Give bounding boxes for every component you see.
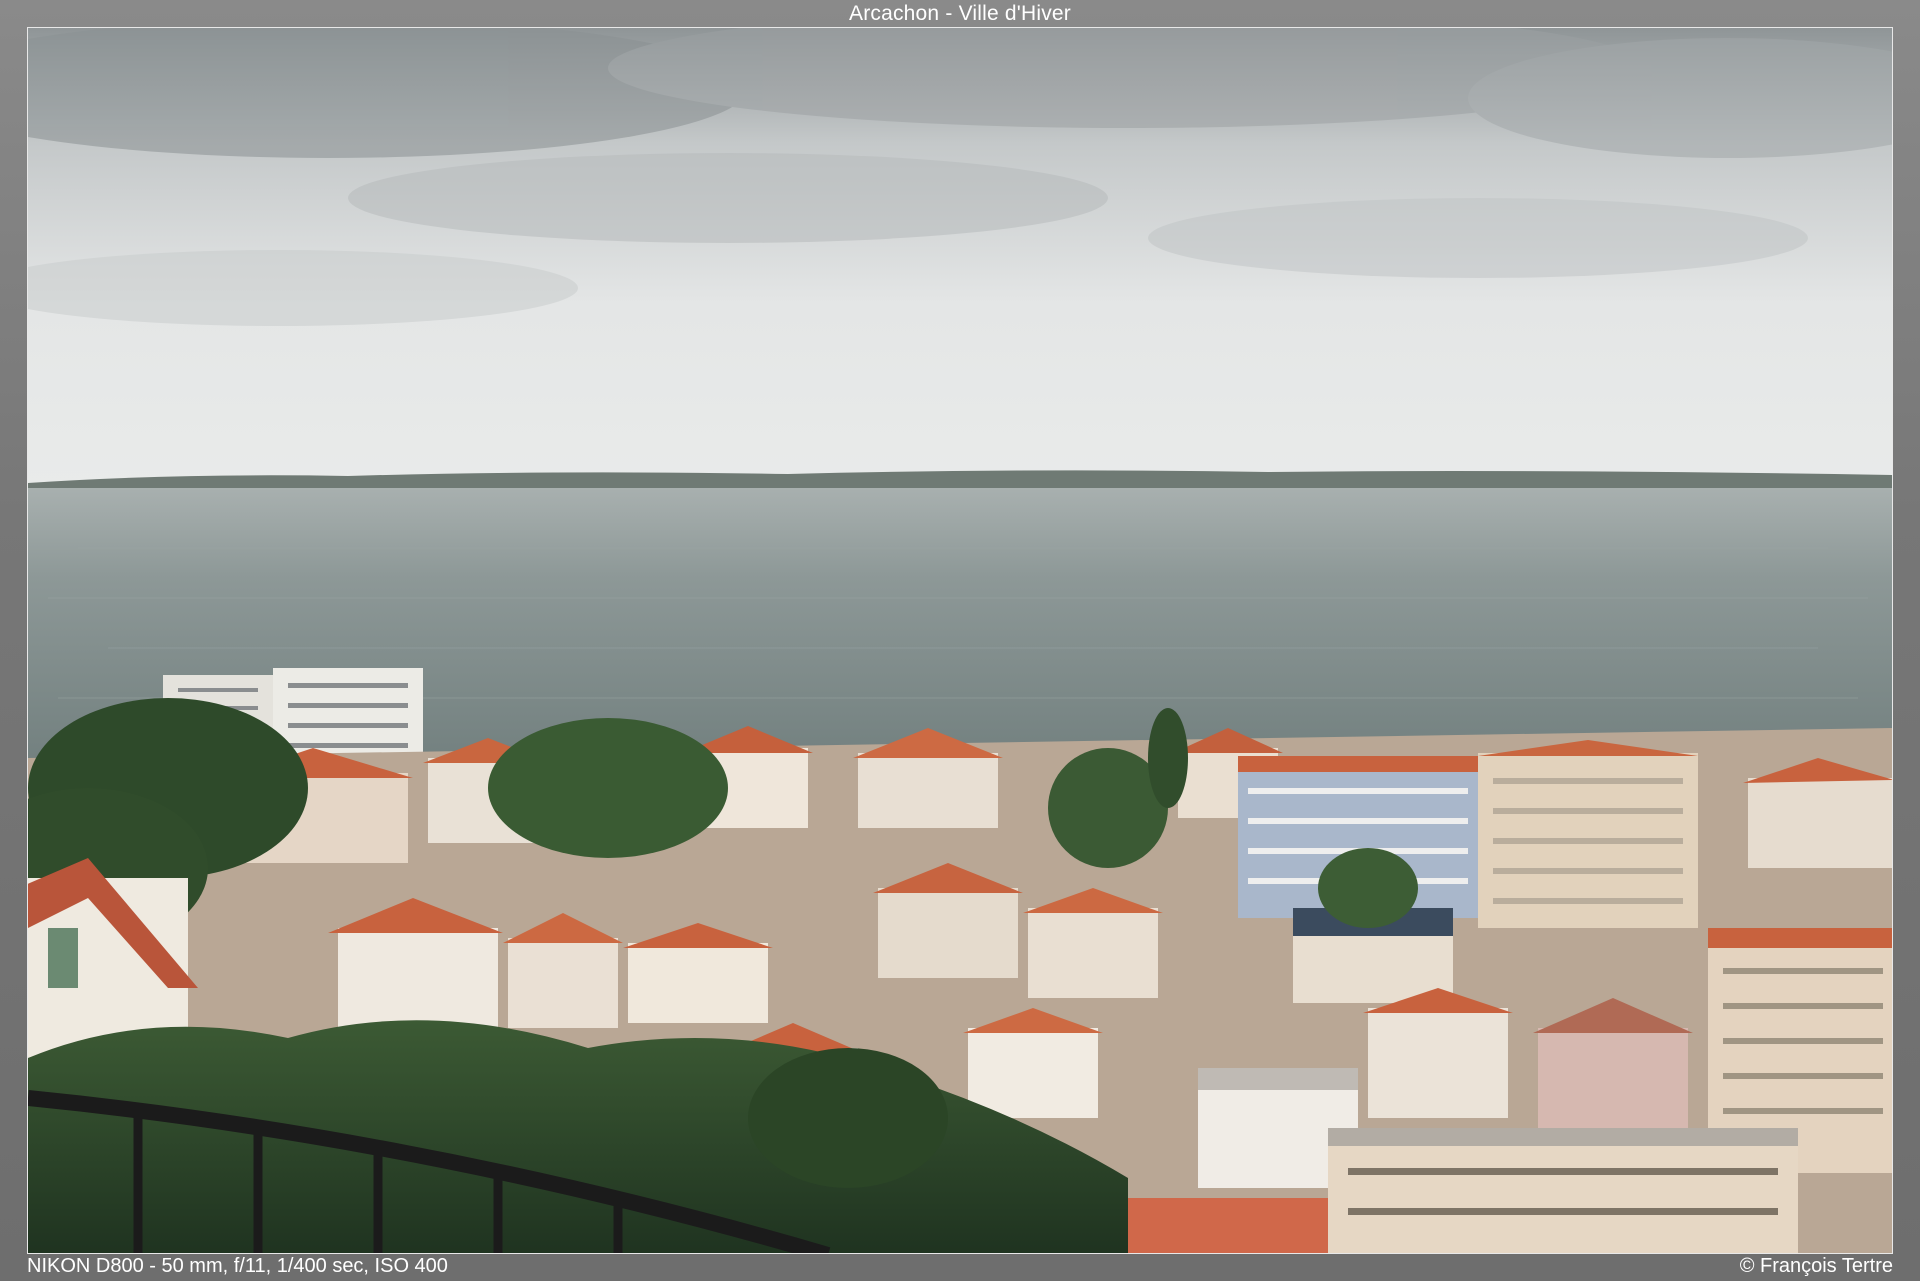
copyright-caption: © François Tertre xyxy=(1739,1255,1893,1277)
landscape-illustration xyxy=(28,28,1892,1253)
photo-title: Arcachon - Ville d'Hiver xyxy=(848,2,1071,25)
exif-caption: NIKON D800 - 50 mm, f/11, 1/400 sec, ISO… xyxy=(27,1255,448,1277)
photograph xyxy=(27,27,1893,1254)
